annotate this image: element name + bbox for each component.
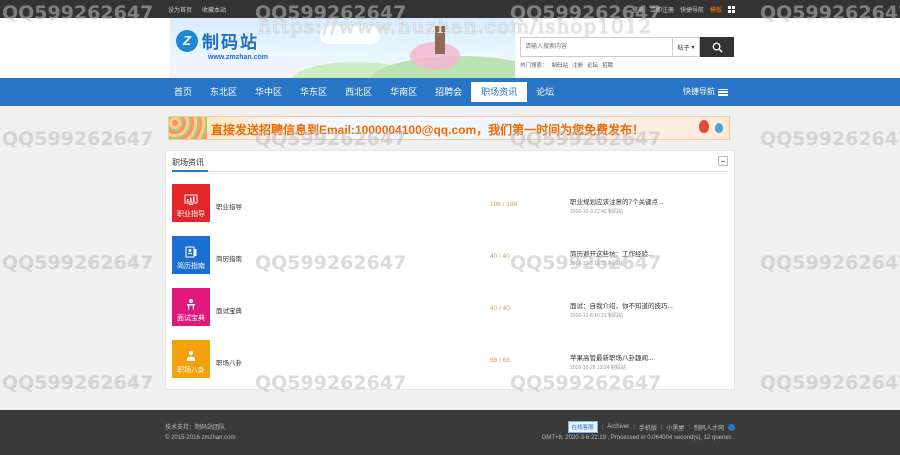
- qq-watermark: QQ599262647: [760, 252, 900, 274]
- nav-item[interactable]: 华南区: [381, 78, 426, 106]
- search-type-select[interactable]: 帖子 ▾: [672, 37, 700, 57]
- nav-item[interactable]: 华东区: [291, 78, 336, 106]
- hot-word[interactable]: 制码站: [552, 61, 569, 69]
- hot-word[interactable]: 论坛: [587, 61, 598, 69]
- qq-watermark: QQ599262647: [2, 128, 154, 150]
- forum-count: 198 / 198: [490, 201, 518, 208]
- hot-search-label: 热门搜索：: [520, 63, 548, 69]
- site-logo[interactable]: Z 制码站: [176, 28, 259, 53]
- menu-icon: [718, 88, 728, 96]
- set-homepage-link[interactable]: 设为首页: [168, 5, 192, 14]
- forum-last-post[interactable]: 简历避开这些坑：工作经验...: [570, 248, 653, 258]
- qq-watermark: QQ599262647: [760, 128, 900, 150]
- forum-last-meta: 2016-10-3 22:40 制码站: [570, 209, 624, 215]
- search-type-label: 帖子: [677, 45, 690, 52]
- qq-watermark: QQ599262647: [2, 252, 154, 274]
- help-icon[interactable]: [728, 423, 735, 431]
- search-button[interactable]: [700, 37, 734, 57]
- nav-item[interactable]: 论坛: [527, 78, 563, 106]
- footer-link-mobile[interactable]: 手机版: [639, 423, 657, 432]
- panel-title[interactable]: 职场资讯: [172, 157, 204, 168]
- chevron-down-icon: ▾: [691, 44, 695, 51]
- nav-item[interactable]: 首页: [165, 78, 201, 106]
- quick-nav-link[interactable]: 快捷导航: [680, 5, 704, 14]
- search-input[interactable]: [520, 37, 672, 57]
- ad-banner[interactable]: 直接发送招聘信息到Email:1000004100@qq.com，我们第一时间为…: [168, 116, 730, 140]
- search-icon: [712, 42, 723, 53]
- forum-count: 40 / 40: [490, 305, 510, 312]
- forum-count: 68 / 68: [490, 357, 510, 364]
- footer-support: 技术支持：制码站团队: [165, 425, 226, 431]
- forum-row: 简历指南 简历指南 40 / 40 简历避开这些坑：工作经验... 2016-10-8 …: [172, 236, 728, 276]
- forum-name[interactable]: 面试宝典: [216, 305, 242, 315]
- qq-watermark: QQ599262647: [2, 372, 154, 394]
- nav-item[interactable]: 华中区: [246, 78, 291, 106]
- ad-text: 直接发送招聘信息到Email:1000004100@qq.com，我们第一时间为…: [211, 123, 645, 137]
- main-nav: 首页 东北区 华中区 华东区 西北区 华南区 招聘会 职场资讯 论坛 快捷导航: [0, 78, 900, 106]
- grid-icon[interactable]: [728, 6, 735, 13]
- nav-item[interactable]: 职场资讯: [471, 82, 528, 102]
- nav-item[interactable]: 招聘会: [426, 78, 471, 106]
- hot-word[interactable]: 注册: [572, 61, 583, 69]
- forum-icon-label: 简历指南: [177, 263, 205, 270]
- footer: 技术支持：制码站团队 © 2015-2016 zmzhan.com 在线客服 |…: [0, 410, 900, 455]
- forum-glyph-icon: [184, 194, 198, 206]
- search-bar: 帖子 ▾: [520, 37, 734, 57]
- flowers-decoration: [169, 117, 207, 139]
- forum-glyph-icon: [184, 246, 198, 258]
- logo-mark-icon: Z: [176, 29, 198, 52]
- logo-url: www.zmzhan.com: [208, 54, 269, 61]
- forum-last-meta: 2016-12-8 10:21 制码站: [570, 313, 624, 319]
- watermark-url: https://www.huzhan.com/ishop1012: [258, 14, 653, 38]
- forum-icon[interactable]: 职场八卦: [172, 340, 210, 378]
- register-link[interactable]: 立即注册: [650, 5, 674, 14]
- forum-icon-label: 面试宝典: [177, 315, 205, 322]
- forum-name[interactable]: 职场八卦: [216, 357, 242, 367]
- online-service-button[interactable]: 在线客服: [567, 421, 598, 433]
- forum-glyph-icon: [184, 298, 198, 310]
- footer-link-blackroom[interactable]: 小黑屋: [666, 423, 684, 432]
- forum-icon-label: 职业指导: [177, 211, 205, 218]
- logo-name: 制码站: [202, 33, 259, 53]
- hot-word[interactable]: 招聘: [602, 61, 613, 69]
- balloon-icon: [699, 120, 709, 133]
- footer-link-archiver[interactable]: Archiver: [607, 424, 629, 430]
- nav-item[interactable]: 西北区: [336, 78, 381, 106]
- login-link[interactable]: 登录: [632, 5, 644, 14]
- forum-icon-label: 职场八卦: [177, 367, 205, 374]
- forum-last-meta: 2016-10-8 10:22 制码站: [570, 261, 624, 267]
- footer-stats: GMT+8, 2020-3-6 22:19 , Processed in 0.0…: [541, 435, 735, 441]
- forum-glyph-icon: [184, 350, 198, 362]
- forum-icon[interactable]: 职业指导: [172, 184, 210, 222]
- balloon-icon: [715, 123, 723, 133]
- forum-name[interactable]: 简历指南: [216, 253, 242, 263]
- bookmark-link[interactable]: 收藏本站: [202, 5, 226, 14]
- nav-item[interactable]: 东北区: [201, 78, 246, 106]
- forum-panel: 职场资讯 职业指导 职业指导 198 / 198 职业规划应该注意的7个关键点... 2…: [165, 150, 735, 390]
- forum-last-meta: 2016-10-28 13:24 制码站: [570, 365, 626, 371]
- forum-last-post[interactable]: 面试：自我介绍，你不知道的技巧...: [570, 300, 673, 310]
- forum-count: 40 / 40: [490, 253, 510, 260]
- hot-search: 热门搜索： 制码站 注册 论坛 招聘: [520, 61, 613, 69]
- forum-last-post[interactable]: 苹果高管最新职场八卦趣闻...: [570, 352, 653, 362]
- qq-watermark: QQ599262647: [760, 372, 900, 394]
- collapse-icon[interactable]: [718, 156, 728, 166]
- quick-nav-label: 快捷导航: [683, 87, 715, 96]
- template-link[interactable]: 模板: [710, 5, 722, 14]
- forum-row: 面试宝典 面试宝典 40 / 40 面试：自我介绍，你不知道的技巧... 2016-12…: [172, 288, 728, 328]
- forum-icon[interactable]: 面试宝典: [172, 288, 210, 326]
- forum-last-post[interactable]: 职业规划应该注意的7个关键点...: [570, 196, 664, 206]
- footer-link-site[interactable]: 制码人才网: [694, 423, 724, 432]
- forum-row: 职业指导 职业指导 198 / 198 职业规划应该注意的7个关键点... 2016-1…: [172, 184, 728, 224]
- forum-icon[interactable]: 简历指南: [172, 236, 210, 274]
- quick-nav-button[interactable]: 快捷导航: [683, 78, 728, 106]
- footer-copyright: © 2015-2016 zmzhan.com: [165, 435, 236, 441]
- forum-name[interactable]: 职业指导: [216, 201, 242, 211]
- forum-row: 职场八卦 职场八卦 68 / 68 苹果高管最新职场八卦趣闻... 2016-10-28…: [172, 340, 728, 380]
